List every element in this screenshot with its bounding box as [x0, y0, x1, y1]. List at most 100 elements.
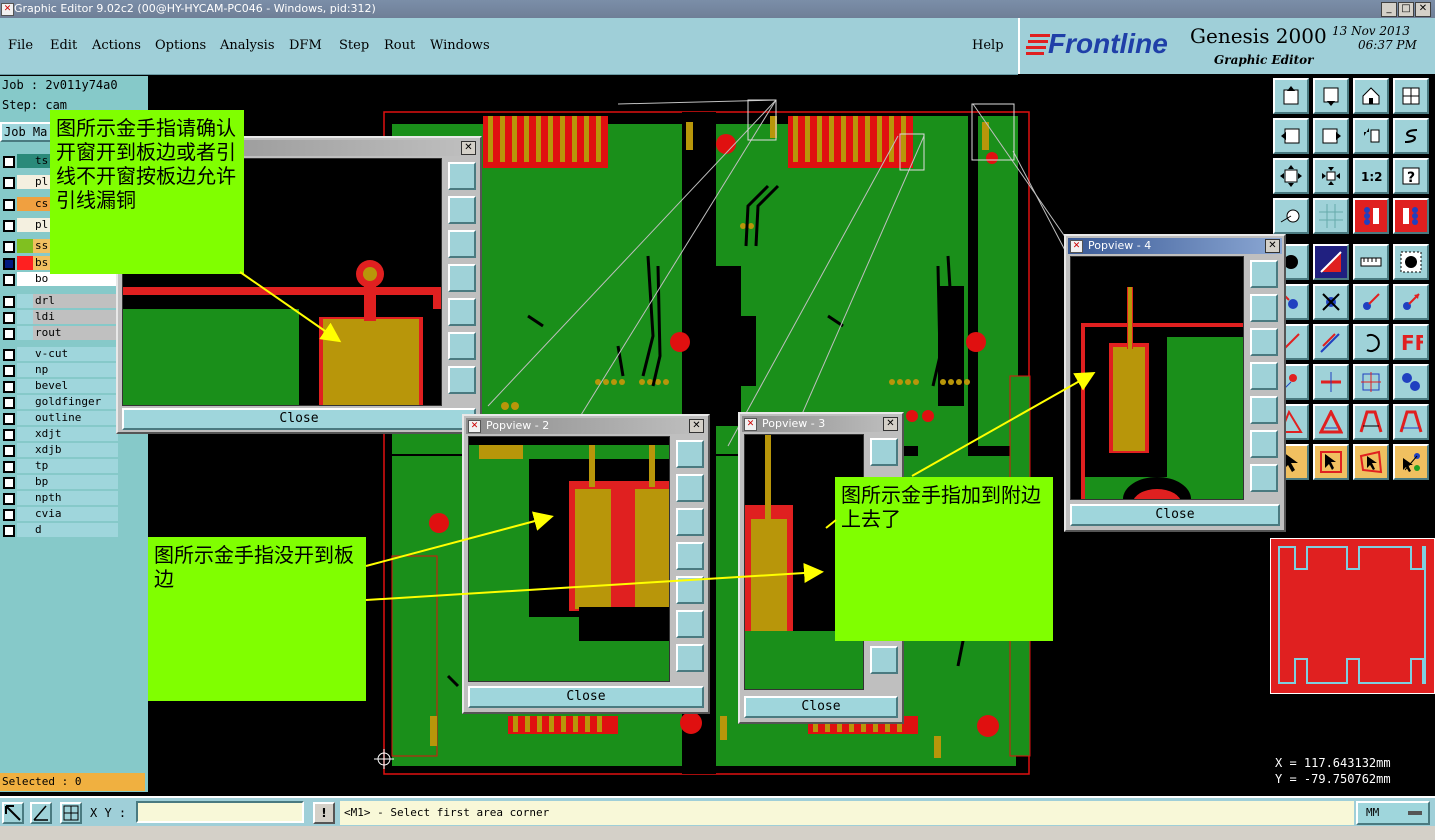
pan-down-icon[interactable] [1313, 78, 1349, 114]
layer-row[interactable]: rout [0, 326, 118, 340]
pan-right-icon[interactable] [1313, 118, 1349, 154]
popview-1-close-icon[interactable]: ✕ [461, 141, 476, 155]
select-polygon-icon[interactable] [1353, 444, 1389, 480]
triangle-icon[interactable] [1313, 404, 1349, 440]
surface-icon[interactable] [1393, 244, 1429, 280]
layer-row[interactable]: cvia [0, 507, 118, 521]
zoom-in-icon[interactable] [448, 332, 476, 360]
popview-2-titlebar[interactable]: ✕ Popview - 2 ✕ [466, 418, 706, 434]
split-icon[interactable] [1313, 364, 1349, 400]
ruler-icon[interactable] [1353, 244, 1389, 280]
menu-edit[interactable]: Edit [50, 38, 77, 53]
menu-analysis[interactable]: Analysis [220, 38, 275, 53]
close-window-button[interactable]: ✕ [1415, 2, 1431, 17]
line-add-icon[interactable] [1313, 244, 1349, 280]
arrow-line-icon[interactable] [1313, 324, 1349, 360]
zoom-in-icon[interactable] [676, 610, 704, 638]
layer-row[interactable]: xdjb [0, 443, 118, 457]
menu-file[interactable]: File [8, 38, 33, 53]
tool-mode-icon[interactable] [2, 802, 24, 824]
pan-up-icon[interactable] [1250, 294, 1278, 322]
arc-icon[interactable] [1353, 324, 1389, 360]
grid-snap-icon[interactable] [60, 802, 82, 824]
zoom-1to2-icon[interactable]: 1:2 [1353, 158, 1389, 194]
home-icon[interactable] [1353, 78, 1389, 114]
popview-4-titlebar[interactable]: ✕ Popview - 4 ✕ [1068, 238, 1282, 254]
menu-step[interactable]: Step [339, 38, 369, 53]
layer-row[interactable]: bp [0, 475, 118, 489]
zoom-out-icon[interactable] [448, 366, 476, 394]
pan-up-icon[interactable] [1273, 78, 1309, 114]
pan-up-icon[interactable] [448, 196, 476, 224]
pan-up-icon[interactable] [676, 474, 704, 502]
zoom-out-icon[interactable] [676, 644, 704, 672]
popview-2-close-button[interactable]: Close [468, 686, 704, 708]
select-net-icon[interactable] [1393, 444, 1429, 480]
text-tool-icon[interactable]: FF [1393, 324, 1429, 360]
pan-down-icon[interactable] [1250, 328, 1278, 356]
select-box-icon[interactable] [1313, 444, 1349, 480]
popview-3-titlebar[interactable]: ✕ Popview - 3 ✕ [742, 416, 900, 432]
layer-row[interactable]: goldfinger [0, 395, 118, 409]
popview-4-close-button[interactable]: Close [1070, 504, 1280, 526]
window-fit-icon[interactable] [1393, 78, 1429, 114]
layer-row[interactable]: drl [0, 294, 118, 308]
popview-2-view[interactable] [468, 436, 670, 682]
crosshair-tool-icon[interactable] [1353, 364, 1389, 400]
zoom-home-icon[interactable] [1250, 260, 1278, 288]
zoom-out-icon[interactable] [1313, 158, 1349, 194]
angle-icon[interactable] [30, 802, 52, 824]
resize-icon[interactable] [1393, 284, 1429, 320]
zoom-in-icon[interactable] [1273, 158, 1309, 194]
grid-icon[interactable] [1313, 198, 1349, 234]
layer-row[interactable]: npth [0, 491, 118, 505]
units-select[interactable]: MM [1356, 801, 1430, 825]
menu-options[interactable]: Options [155, 38, 206, 53]
layer-row[interactable]: xdjt [0, 427, 118, 441]
job-matrix-tab[interactable]: Job Ma [0, 122, 56, 142]
zoom-out-icon[interactable] [1250, 464, 1278, 492]
pan-right-icon[interactable] [1250, 396, 1278, 424]
xy-input[interactable] [136, 801, 304, 823]
pan-down-icon[interactable] [676, 508, 704, 536]
popview-2-close-icon[interactable]: ✕ [689, 419, 704, 433]
pan-down-icon[interactable] [448, 230, 476, 258]
layer-row[interactable]: ldi [0, 310, 118, 324]
zoom-home-icon[interactable] [676, 440, 704, 468]
measure-icon[interactable] [1273, 198, 1309, 234]
overview-map[interactable] [1270, 538, 1435, 694]
pan-left-icon[interactable] [1250, 362, 1278, 390]
delete-icon[interactable] [1313, 284, 1349, 320]
menu-windows[interactable]: Windows [430, 38, 490, 53]
menu-help[interactable]: Help [972, 38, 1004, 53]
alert-icon[interactable]: ! [313, 802, 335, 824]
zoom-home-icon[interactable] [870, 438, 898, 466]
cone-icon[interactable] [1353, 404, 1389, 440]
group-icon[interactable] [1393, 364, 1429, 400]
maximize-button[interactable]: □ [1398, 2, 1414, 17]
menu-rout[interactable]: Rout [384, 38, 415, 53]
popview-4-view[interactable] [1070, 256, 1244, 500]
copy-icon[interactable] [1353, 284, 1389, 320]
menu-actions[interactable]: Actions [92, 38, 141, 53]
zoom-out-icon[interactable] [870, 646, 898, 674]
pan-right-icon[interactable] [448, 298, 476, 326]
popview-1-close-button[interactable]: Close [122, 408, 476, 430]
layer-row[interactable]: tp [0, 459, 118, 473]
query-icon[interactable]: ? [1393, 158, 1429, 194]
minimize-button[interactable]: _ [1381, 2, 1397, 17]
redraw-icon[interactable] [1353, 118, 1389, 154]
popview-2-window[interactable]: ✕ Popview - 2 ✕ Close [462, 414, 710, 714]
layer-row[interactable]: bevel [0, 379, 118, 393]
popview-4-window[interactable]: ✕ Popview - 4 ✕ Close [1064, 234, 1286, 532]
layer-row[interactable]: v-cut [0, 347, 118, 361]
layer-row[interactable]: outline [0, 411, 118, 425]
popview-3-close-button[interactable]: Close [744, 696, 898, 718]
snap-icon[interactable] [1393, 118, 1429, 154]
zoom-in-icon[interactable] [1250, 430, 1278, 458]
popview-3-close-icon[interactable]: ✕ [883, 417, 898, 431]
menu-dfm[interactable]: DFM [289, 38, 322, 53]
pan-right-icon[interactable] [676, 576, 704, 604]
pan-left-icon[interactable] [1273, 118, 1309, 154]
layer-row[interactable]: np [0, 363, 118, 377]
